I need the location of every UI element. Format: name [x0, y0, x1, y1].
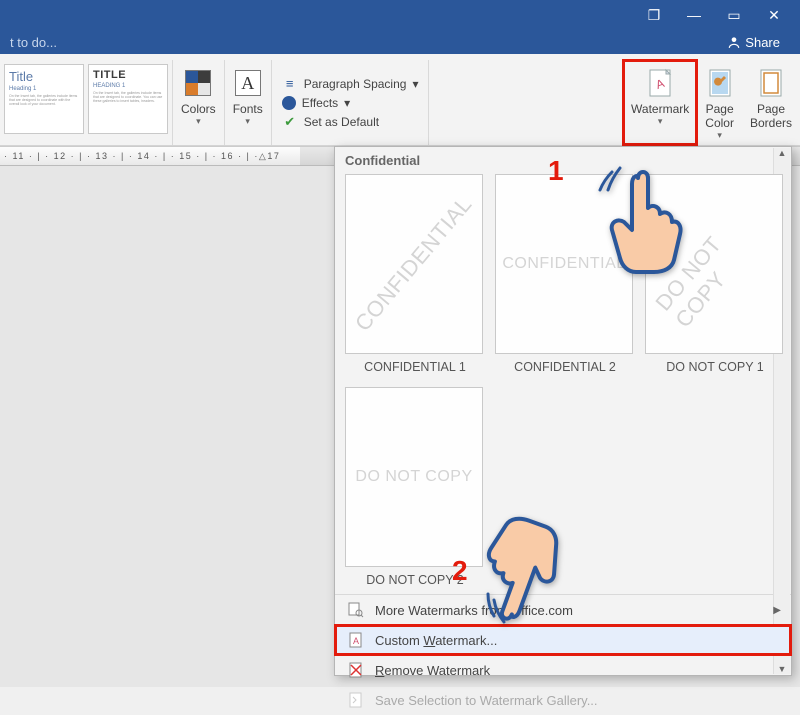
- chevron-right-icon: ▶: [773, 605, 781, 616]
- page-borders-icon: [759, 68, 783, 98]
- share-icon: [727, 35, 741, 49]
- colors-label: Colors: [181, 102, 216, 116]
- ribbon-tab-row: t to do... Share: [0, 30, 800, 54]
- remove-watermark-icon: [347, 661, 365, 679]
- watermark-icon: A: [648, 68, 672, 98]
- chevron-down-icon: ▾: [196, 116, 201, 127]
- menu-item-label: Save Selection to Watermark Gallery...: [375, 693, 598, 708]
- page-color-label: Page Color: [705, 102, 734, 130]
- effects-button[interactable]: Effects ▾: [282, 96, 419, 110]
- svg-text:A: A: [353, 636, 359, 646]
- scroll-up-icon[interactable]: ▲: [778, 148, 787, 158]
- remove-watermark[interactable]: Remove Watermark: [335, 655, 791, 685]
- menu-item-label: Remove Watermark: [375, 663, 490, 678]
- style-heading: HEADING 1: [93, 83, 163, 89]
- page-color-icon: [708, 68, 732, 98]
- watermark-option-confidential-1[interactable]: CONFIDENTIAL CONFIDENTIAL 1: [345, 174, 485, 381]
- effects-label: Effects: [302, 96, 338, 110]
- save-selection-watermark: Save Selection to Watermark Gallery...: [335, 685, 791, 715]
- colors-button[interactable]: Colors ▾: [173, 60, 225, 145]
- restore-down-icon[interactable]: ❐: [634, 1, 674, 29]
- share-label: Share: [745, 35, 780, 50]
- watermark-label: Watermark: [631, 102, 689, 116]
- style-body: On the Insert tab, the galleries include…: [93, 91, 163, 103]
- checkmark-icon: ✔: [282, 114, 298, 130]
- maximize-button[interactable]: ▭: [714, 1, 754, 29]
- close-button[interactable]: ✕: [754, 1, 794, 29]
- style-title: Title: [9, 69, 79, 84]
- style-card-title[interactable]: Title Heading 1 On the Insert tab, the g…: [4, 64, 84, 134]
- chevron-down-icon: ▾: [412, 77, 418, 91]
- fonts-icon: A: [235, 70, 261, 96]
- save-selection-icon: [347, 691, 365, 709]
- fonts-label: Fonts: [233, 102, 263, 116]
- ribbon: Title Heading 1 On the Insert tab, the g…: [0, 54, 800, 146]
- annotation-number-1: 1: [548, 155, 564, 187]
- annotation-number-2: 2: [452, 555, 468, 587]
- style-card-title-caps[interactable]: TITLE HEADING 1 On the Insert tab, the g…: [88, 64, 168, 134]
- custom-watermark-icon: A: [347, 631, 365, 649]
- chevron-down-icon: ▾: [658, 116, 663, 127]
- paragraph-spacing-icon: ≡: [282, 76, 298, 92]
- page-borders-button[interactable]: Page Borders: [742, 60, 800, 145]
- watermark-option-label: DO NOT COPY 1: [645, 360, 785, 374]
- window-titlebar: ❐ — ▭ ✕: [0, 0, 800, 30]
- effects-icon: [282, 96, 296, 110]
- watermark-button[interactable]: A Watermark ▾: [623, 60, 697, 145]
- minimize-button[interactable]: —: [674, 1, 714, 29]
- set-as-default-button[interactable]: ✔ Set as Default: [282, 114, 419, 130]
- watermark-preview-text: CONFIDENTIAL: [350, 192, 477, 337]
- watermark-option-label: CONFIDENTIAL 2: [495, 360, 635, 374]
- chevron-down-icon: ▾: [344, 96, 350, 110]
- style-heading: Heading 1: [9, 86, 79, 92]
- fonts-button[interactable]: A Fonts ▾: [225, 60, 272, 145]
- chevron-down-icon: ▾: [717, 130, 722, 141]
- paragraph-spacing-button[interactable]: ≡ Paragraph Spacing ▾: [282, 76, 419, 92]
- watermark-preview-text: DO NOT COPY: [355, 468, 472, 486]
- pointer-hand-icon: [474, 516, 584, 641]
- page-borders-label: Page Borders: [750, 102, 792, 130]
- chevron-down-icon: ▾: [245, 116, 250, 127]
- set-default-label: Set as Default: [304, 115, 379, 129]
- share-button[interactable]: Share: [717, 33, 790, 52]
- tell-me-placeholder[interactable]: t to do...: [10, 35, 57, 50]
- document-formatting-gallery[interactable]: Title Heading 1 On the Insert tab, the g…: [0, 60, 173, 145]
- page-color-button[interactable]: Page Color ▾: [697, 60, 742, 145]
- search-icon: [347, 601, 365, 619]
- watermark-option-label: CONFIDENTIAL 1: [345, 360, 485, 374]
- paragraph-effects-group: ≡ Paragraph Spacing ▾ Effects ▾ ✔ Set as…: [272, 60, 430, 145]
- style-body: On the Insert tab, the galleries include…: [9, 94, 79, 106]
- colors-icon: [185, 70, 211, 96]
- style-title: TITLE: [93, 69, 163, 81]
- pointer-hand-icon: [580, 160, 690, 285]
- paragraph-spacing-label: Paragraph Spacing: [304, 77, 407, 91]
